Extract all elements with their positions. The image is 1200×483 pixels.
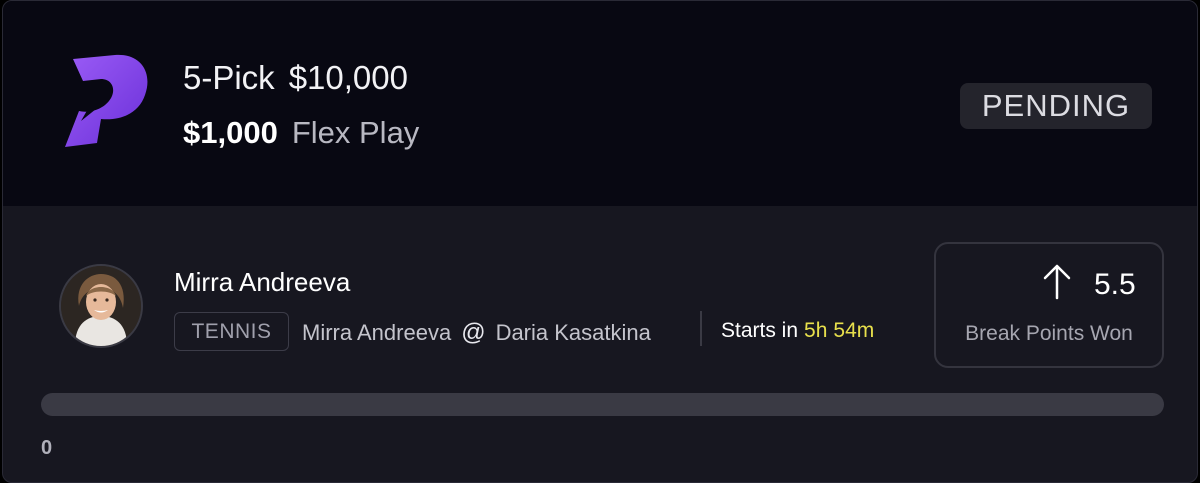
play-type: Flex Play (291, 115, 420, 150)
divider (700, 311, 702, 346)
starts-hours: 5h (804, 319, 828, 342)
stat-name: Break Points Won (965, 322, 1133, 345)
entry-subtitle: $1,000 Flex Play (183, 115, 419, 151)
progress-bar (41, 393, 1164, 416)
home-player: Mirra Andreeva (302, 320, 452, 345)
entry-title: 5-Pick $10,000 (183, 59, 408, 97)
player-avatar (59, 264, 143, 348)
projection-box[interactable]: 5.5 Break Points Won (934, 242, 1164, 368)
prizepicks-logo (65, 54, 148, 148)
at-sign: @ (461, 319, 486, 346)
arrow-up-icon (1043, 264, 1071, 300)
pick-count: 5-Pick (183, 59, 275, 96)
starts-minutes: 54m (833, 319, 875, 342)
player-photo (61, 266, 141, 346)
entry-amount: $1,000 (183, 115, 278, 150)
starts-label: Starts in (721, 319, 799, 342)
entry-card[interactable]: 5-Pick $10,000 $1,000 Flex Play PENDING … (2, 0, 1198, 483)
player-name: Mirra Andreeva (174, 267, 351, 297)
line-value: 5.5 (1094, 268, 1136, 301)
entry-header: 5-Pick $10,000 $1,000 Flex Play PENDING (3, 1, 1197, 206)
progress-value: 0 (41, 437, 53, 459)
start-countdown: Starts in 5h 54m (721, 319, 874, 343)
sport-tag: TENNIS (174, 312, 289, 351)
payout-amount: $10,000 (288, 59, 408, 96)
matchup: Mirra Andreeva @ Daria Kasatkina (302, 319, 651, 347)
status-badge: PENDING (960, 83, 1152, 129)
opponent-name: Daria Kasatkina (495, 320, 651, 345)
